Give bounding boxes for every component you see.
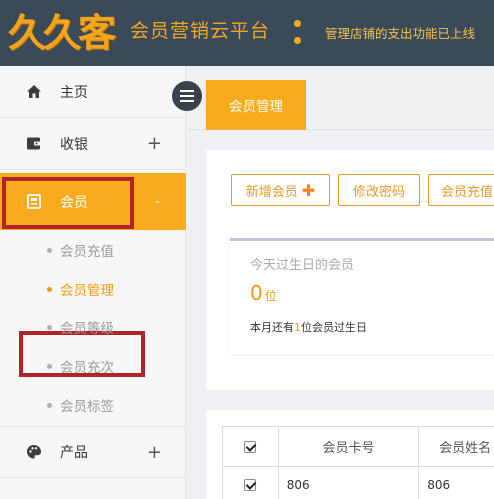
bullet-icon	[47, 247, 52, 253]
notice-dots-icon	[294, 20, 302, 46]
cell-name: 806	[418, 466, 494, 499]
plus-icon: ✚	[301, 180, 316, 200]
note-prefix: 本月还有	[250, 321, 294, 334]
note-suffix: 位会员过生日	[301, 321, 367, 334]
column-header-name[interactable]: 会员姓名	[418, 426, 494, 467]
member-table-card: 会员卡号 会员姓名 806 806	[206, 410, 494, 499]
select-all-checkbox[interactable]	[244, 440, 257, 453]
sidebar-item-label: 产品	[60, 445, 88, 461]
bullet-icon	[47, 363, 52, 369]
note-count: 1	[294, 321, 301, 334]
sidebar-item-label: 收银	[60, 136, 88, 153]
bullet-icon	[47, 324, 52, 330]
home-icon	[25, 83, 43, 101]
sidebar-subitem-member-level[interactable]: 会员等级	[47, 317, 114, 337]
menu-toggle-icon[interactable]	[172, 81, 202, 111]
expand-icon[interactable]: +	[147, 442, 162, 463]
sidebar: 主页 收银 + 会员 - 会员充值 会员管理 会员等级 会员充次 会员标签 产品…	[0, 66, 186, 499]
sidebar-subitem-member-management[interactable]: 会员管理	[47, 279, 114, 299]
table-row[interactable]: 806 806	[222, 466, 494, 499]
sidebar-subitem-member-times[interactable]: 会员充次	[47, 356, 114, 376]
sidebar-item-home[interactable]: 主页	[0, 66, 186, 118]
column-header-card-no[interactable]: 会员卡号	[277, 426, 420, 467]
expand-icon[interactable]: +	[147, 133, 162, 154]
collapse-icon[interactable]: -	[155, 194, 160, 210]
birthday-count-value: 0	[250, 281, 263, 305]
app-logo[interactable]: 久久客	[8, 10, 126, 56]
cell-card-no: 806	[277, 466, 420, 499]
wallet-icon	[25, 135, 43, 153]
tab-member-management[interactable]: 会员管理	[206, 80, 306, 130]
change-password-button[interactable]: 修改密码	[338, 174, 420, 206]
member-recharge-button[interactable]: 会员充值	[428, 174, 494, 206]
bullet-icon	[47, 286, 52, 292]
table-header-row: 会员卡号 会员姓名	[222, 426, 494, 467]
highlight-box-member	[2, 177, 134, 229]
sidebar-item-label: 主页	[60, 84, 88, 101]
sidebar-subitem-member-recharge[interactable]: 会员充值	[47, 240, 114, 260]
row-select-cell[interactable]	[222, 466, 279, 499]
add-member-label: 新增会员	[245, 184, 298, 200]
birthday-month-note: 本月还有1位会员过生日	[250, 319, 367, 335]
main-content: 会员管理 新增会员 ✚ 修改密码 会员充值 今天过生日的会员 0位 本月还有1位会…	[187, 66, 494, 499]
sidebar-item-cashier[interactable]: 收银 +	[0, 118, 186, 170]
sidebar-subitem-label: 会员标签	[60, 399, 114, 415]
member-table: 会员卡号 会员姓名 806 806	[222, 426, 494, 499]
row-checkbox[interactable]	[244, 478, 257, 491]
palette-icon	[25, 443, 43, 461]
birthday-count: 0位	[250, 281, 277, 305]
birthday-panel: 今天过生日的会员 0位 本月还有1位会员过生日	[230, 238, 494, 354]
select-all-cell[interactable]	[222, 426, 279, 467]
announcement-marquee[interactable]: 管理店铺的支出功能已上线	[325, 23, 475, 42]
sidebar-subitem-label: 会员充值	[60, 244, 114, 260]
toolbar-card: 新增会员 ✚ 修改密码 会员充值 今天过生日的会员 0位 本月还有1位会员过生日	[206, 150, 494, 390]
add-member-button[interactable]: 新增会员 ✚	[231, 174, 330, 206]
sidebar-item-product[interactable]: 产品 +	[0, 426, 186, 478]
birthday-panel-title: 今天过生日的会员	[250, 258, 355, 273]
sidebar-subitem-label: 会员充次	[60, 360, 114, 376]
birthday-count-unit: 位	[264, 289, 277, 303]
sidebar-subitem-label: 会员等级	[60, 321, 114, 337]
tab-bar: 会员管理	[187, 66, 494, 130]
top-header: 久久客 会员营销云平台 管理店铺的支出功能已上线	[0, 0, 494, 66]
platform-title: 会员营销云平台	[130, 20, 271, 42]
bullet-icon	[47, 402, 52, 408]
sidebar-subitem-member-tags[interactable]: 会员标签	[47, 395, 114, 415]
sidebar-subitem-label: 会员管理	[60, 283, 114, 299]
